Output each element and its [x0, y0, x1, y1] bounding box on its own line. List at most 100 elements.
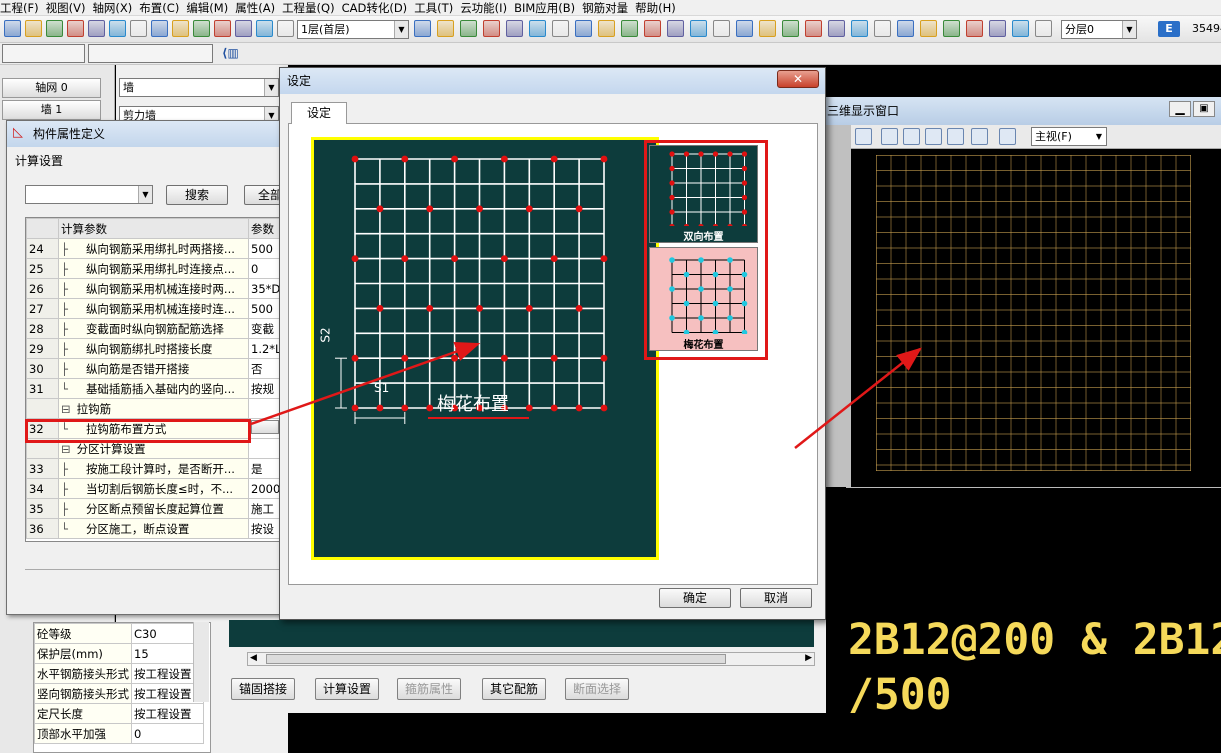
toolbar-tool-icon[interactable] [214, 20, 231, 37]
toolbar-tool-icon[interactable] [989, 20, 1006, 37]
param-row[interactable]: 26 ├ 纵向钢筋采用机械连接时两... 35*D [26, 278, 285, 299]
toolbar-tool-icon[interactable] [1035, 20, 1052, 37]
menu-item-10[interactable]: BIM应用(B) [514, 0, 582, 15]
param-row[interactable]: ⊟ 拉钩筋 [26, 398, 285, 419]
toolbar-tool-icon[interactable] [621, 20, 638, 37]
toolbar2-combo-1[interactable] [2, 44, 85, 63]
param-row[interactable]: 36 └ 分区施工，断点设置 按设 [26, 518, 285, 539]
view-tool-icon[interactable] [855, 128, 872, 145]
view-tool-icon[interactable] [999, 128, 1016, 145]
view-tool-icon[interactable] [925, 128, 942, 145]
collapse-icon[interactable]: ⊟ [61, 442, 75, 456]
property-row[interactable]: 定尺长度 按工程设置 [34, 703, 204, 724]
toolbar-tool-icon[interactable] [598, 20, 615, 37]
toolbar-tool-icon[interactable] [1012, 20, 1029, 37]
close-icon[interactable]: ✕ [777, 70, 819, 88]
bottom-button-2[interactable]: 箍筋属性 [397, 678, 461, 700]
param-row[interactable]: 27 ├ 纵向钢筋采用机械连接时连... 500 [26, 298, 285, 319]
toolbar-tool-icon[interactable] [172, 20, 189, 37]
filter-select[interactable]: ▼ [25, 185, 153, 204]
toolbar-tool-icon[interactable] [193, 20, 210, 37]
toolbar-tool-icon[interactable] [667, 20, 684, 37]
toolbar-tool-icon[interactable] [109, 20, 126, 37]
toolbar-tool-icon[interactable] [277, 20, 294, 37]
property-value[interactable]: 0 [131, 723, 204, 744]
search-button[interactable]: 搜索 [166, 185, 228, 205]
menu-item-4[interactable]: 编辑(M) [186, 0, 235, 15]
bottom-button-1[interactable]: 计算设置 [315, 678, 379, 700]
toolbar-tool-icon[interactable] [529, 20, 546, 37]
property-row[interactable]: 顶部水平加强 0 [34, 723, 204, 744]
bottom-button-3[interactable]: 其它配筋 [482, 678, 546, 700]
category-select[interactable]: 墙 ▼ [119, 78, 279, 97]
menu-item-5[interactable]: 属性(A) [235, 0, 282, 15]
cancel-button[interactable]: 取消 [740, 588, 812, 608]
toolbar-tool-icon[interactable] [943, 20, 960, 37]
view-tool-icon[interactable] [947, 128, 964, 145]
view-tool-icon[interactable] [881, 128, 898, 145]
view-select[interactable]: 主视(F) ▼ [1031, 127, 1107, 146]
toolbar-tool-icon[interactable] [851, 20, 868, 37]
toolbar-tool-icon[interactable] [966, 20, 983, 37]
menu-item-3[interactable]: 布置(C) [139, 0, 186, 15]
toolbar-tool-icon[interactable] [25, 20, 42, 37]
toolbar-tool-icon[interactable] [151, 20, 168, 37]
ellipsis-button[interactable] [251, 420, 279, 434]
toolbar-tool-icon[interactable] [483, 20, 500, 37]
toolbar-tool-icon[interactable] [575, 20, 592, 37]
menu-item-7[interactable]: CAD转化(D) [342, 0, 415, 15]
toolbar-tool-icon[interactable] [782, 20, 799, 37]
property-row[interactable]: 砼等级 C30 [34, 623, 204, 644]
toolbar-tool-icon[interactable] [460, 20, 477, 37]
property-value[interactable]: 按工程设置 [131, 703, 204, 724]
menu-item-0[interactable]: 工程(F) [0, 0, 46, 15]
toolbar-tool-icon[interactable] [506, 20, 523, 37]
tree-item-axis[interactable]: 轴网 0 [2, 78, 101, 98]
menu-item-11[interactable]: 钢筋对量 [582, 0, 635, 15]
toolbar-tool-icon[interactable] [46, 20, 63, 37]
toolbar-tool-icon[interactable] [437, 20, 454, 37]
toolbar-tool-icon[interactable] [874, 20, 891, 37]
minimize-icon[interactable]: ▁ [1169, 101, 1191, 117]
view-tool-icon[interactable] [971, 128, 988, 145]
property-row[interactable]: 保护层(mm) 15 [34, 643, 204, 664]
horizontal-scrollbar[interactable]: ◀ ▶ [247, 652, 815, 666]
param-row[interactable]: 33 ├ 按施工段计算时，是否断开... 是 [26, 458, 285, 479]
menu-item-9[interactable]: 云功能(I) [460, 0, 514, 15]
toolbar-tool-icon[interactable] [828, 20, 845, 37]
ok-button[interactable]: 确定 [659, 588, 731, 608]
toolbar-tool-icon[interactable] [414, 20, 431, 37]
toolbar-tool-icon[interactable] [805, 20, 822, 37]
option-plum-blossom[interactable]: 梅花布置 [649, 247, 758, 351]
lower-grid-scrollbar[interactable] [193, 622, 209, 702]
scroll-thumb[interactable] [266, 654, 726, 664]
tree-item-wall[interactable]: 墙 1 [2, 100, 101, 120]
toolbar-tool-icon[interactable] [690, 20, 707, 37]
param-row[interactable]: 24 ├ 纵向钢筋采用绑扎时两搭接... 500 [26, 238, 285, 259]
scroll-right-icon[interactable]: ▶ [805, 653, 812, 663]
option-bidirectional[interactable]: 双向布置 [649, 145, 758, 243]
toolbar-tool-icon[interactable] [759, 20, 776, 37]
collapse-icon[interactable]: ⟨▥ [222, 46, 240, 62]
menu-item-12[interactable]: 帮助(H) [635, 0, 683, 15]
toolbar-tool-icon[interactable] [130, 20, 147, 37]
param-row[interactable]: 30 ├ 纵向筋是否错开搭接否 [26, 358, 285, 379]
collapse-icon[interactable]: ⊟ [61, 402, 75, 416]
toolbar-tool-icon[interactable] [920, 20, 937, 37]
e-logo-icon[interactable]: E [1158, 21, 1180, 37]
param-row[interactable]: 25 ├ 纵向钢筋采用绑扎时连接点... 0 [26, 258, 285, 279]
bottom-button-4[interactable]: 断面选择 [565, 678, 629, 700]
menu-item-2[interactable]: 轴网(X) [92, 0, 139, 15]
property-row[interactable]: 水平钢筋接头形式 按工程设置 [34, 663, 204, 684]
toolbar-tool-icon[interactable] [713, 20, 730, 37]
scroll-left-icon[interactable]: ◀ [250, 653, 257, 663]
tab-settings[interactable]: 设定 [291, 102, 347, 124]
bottom-button-0[interactable]: 锚固搭接 [231, 678, 295, 700]
toolbar-tool-icon[interactable] [88, 20, 105, 37]
floor-select[interactable]: 1层(首层) ▼ [297, 20, 409, 39]
param-row[interactable]: 29 ├ 纵向钢筋绑扎时搭接长度 1.2*L [26, 338, 285, 359]
param-row[interactable]: 31 └ 基础插筋插入基础内的竖向... 按规 [26, 378, 285, 399]
toolbar-tool-icon[interactable] [897, 20, 914, 37]
toolbar-tool-icon[interactable] [67, 20, 84, 37]
toolbar-tool-icon[interactable] [644, 20, 661, 37]
